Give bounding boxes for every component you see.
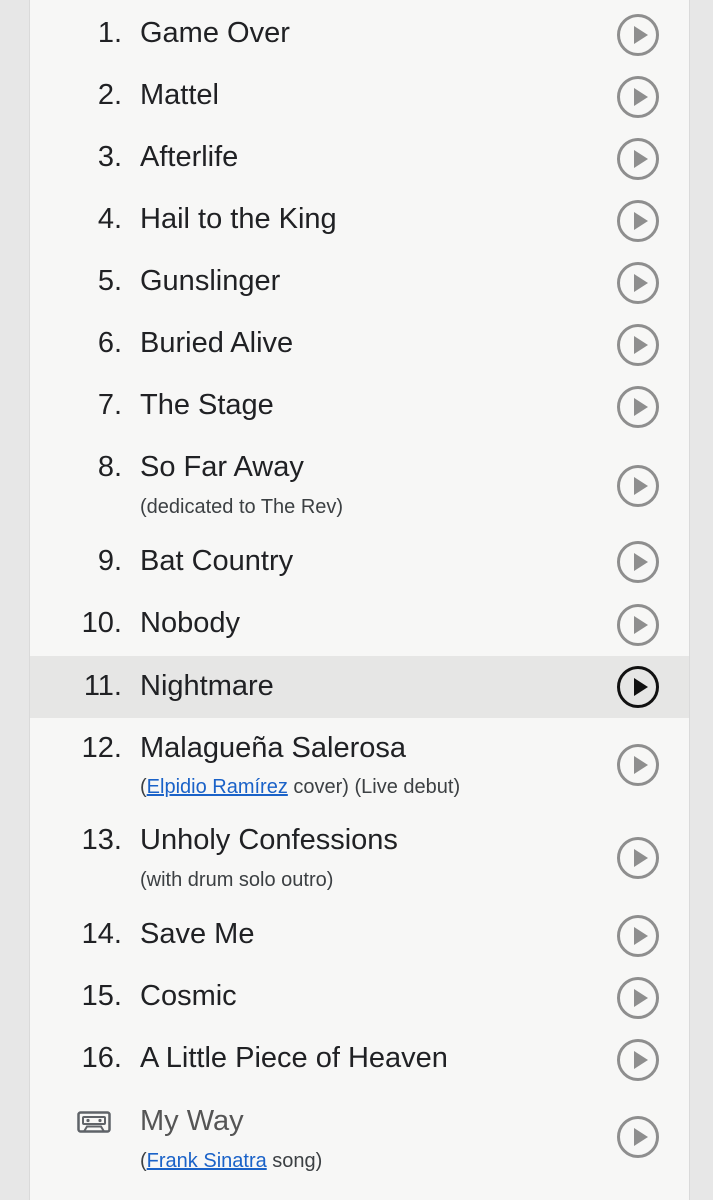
track-row-10[interactable]: 10. Nobody [30, 592, 689, 656]
track-number: 2. [97, 79, 122, 111]
track-title: Mattel [140, 79, 219, 111]
track-title: Buried Alive [140, 327, 294, 359]
track-note: (with drum solo outro) [140, 869, 334, 891]
track-title: Hail to the King [140, 203, 337, 235]
track-row-9[interactable]: 9. Bat Country [30, 530, 689, 592]
play-button-icon[interactable] [617, 138, 659, 180]
track-number: 13. [81, 824, 122, 856]
play-button-icon[interactable] [617, 666, 659, 708]
play-button-icon[interactable] [617, 837, 659, 879]
track-note: (Elpidio Ramírez cover) (Live debut) [140, 774, 460, 800]
note-prefix: ( [140, 776, 147, 798]
track-title: Gunslinger [140, 265, 281, 297]
track-number: 9. [97, 545, 122, 577]
track-title: Nobody [140, 607, 240, 639]
play-button-icon[interactable] [617, 1039, 659, 1081]
track-row-6[interactable]: 6. Buried Alive [30, 314, 689, 376]
track-row-15[interactable]: 15. Cosmic [30, 967, 689, 1029]
note-suffix: cover) (Live debut) [287, 776, 461, 798]
track-row-tape[interactable]: My Way (Frank Sinatra song) [30, 1091, 689, 1200]
track-number: 5. [97, 265, 122, 297]
artist-link[interactable]: Elpidio Ramírez [147, 776, 288, 798]
track-number: 16. [81, 1042, 122, 1074]
play-button-icon[interactable] [617, 1116, 659, 1158]
cassette-tape-icon [77, 1111, 111, 1133]
track-number: 11. [83, 670, 122, 702]
track-row-2[interactable]: 2. Mattel [30, 66, 689, 128]
play-button-icon[interactable] [617, 541, 659, 583]
track-title: A Little Piece of Heaven [140, 1042, 448, 1074]
track-title: Afterlife [140, 141, 239, 173]
play-button-icon[interactable] [617, 386, 659, 428]
artist-link[interactable]: Frank Sinatra [147, 1150, 267, 1172]
track-row-7[interactable]: 7. The Stage [30, 376, 689, 438]
track-title: Bat Country [140, 545, 294, 577]
play-button-icon[interactable] [617, 915, 659, 957]
track-title: Malagueña Salerosa [140, 732, 407, 764]
play-button-icon[interactable] [617, 604, 659, 646]
play-button-icon[interactable] [617, 14, 659, 56]
play-button-icon[interactable] [617, 262, 659, 304]
track-row-8[interactable]: 8. So Far Away (dedicated to The Rev) [30, 438, 689, 530]
track-number: 3. [97, 141, 122, 173]
track-number: 12. [81, 732, 122, 764]
track-number: 7. [97, 389, 122, 421]
track-row-13[interactable]: 13. Unholy Confessions (with drum solo o… [30, 811, 689, 905]
track-row-16[interactable]: 16. A Little Piece of Heaven [30, 1029, 689, 1091]
track-note: (Frank Sinatra song) [140, 1148, 322, 1174]
note-prefix: ( [140, 1150, 147, 1172]
track-row-1[interactable]: 1. Game Over [30, 0, 689, 66]
track-title: Nightmare [140, 670, 274, 702]
play-button-icon[interactable] [617, 200, 659, 242]
play-button-icon[interactable] [617, 76, 659, 118]
track-title: So Far Away [140, 451, 304, 483]
play-button-icon[interactable] [617, 744, 659, 786]
track-row-4[interactable]: 4. Hail to the King [30, 190, 689, 252]
track-row-14[interactable]: 14. Save Me [30, 905, 689, 967]
track-number: 15. [81, 980, 122, 1012]
track-number: 4. [97, 203, 122, 235]
track-number: 14. [81, 918, 122, 950]
track-row-12[interactable]: 12. Malagueña Salerosa (Elpidio Ramírez … [30, 718, 689, 811]
track-note: (dedicated to The Rev) [140, 496, 344, 518]
play-button-icon[interactable] [617, 324, 659, 366]
note-suffix: song) [266, 1150, 323, 1172]
track-title: Save Me [140, 918, 255, 950]
track-number: 6. [97, 327, 122, 359]
track-row-5[interactable]: 5. Gunslinger [30, 252, 689, 314]
track-number: 10. [81, 607, 122, 639]
play-button-icon[interactable] [617, 977, 659, 1019]
setlist-card: 1. Game Over 2. Mattel 3. Afterlife 4. H… [29, 0, 690, 1200]
track-number: 1. [97, 17, 122, 49]
track-row-3[interactable]: 3. Afterlife [30, 128, 689, 190]
track-title: The Stage [140, 389, 274, 421]
track-number: 8. [97, 451, 122, 483]
track-title: Unholy Confessions [140, 824, 398, 856]
track-title: Game Over [140, 17, 290, 49]
track-title: Cosmic [140, 980, 237, 1012]
track-row-11[interactable]: 11. Nightmare [30, 656, 689, 718]
play-button-icon[interactable] [617, 465, 659, 507]
track-title: My Way [140, 1105, 244, 1137]
